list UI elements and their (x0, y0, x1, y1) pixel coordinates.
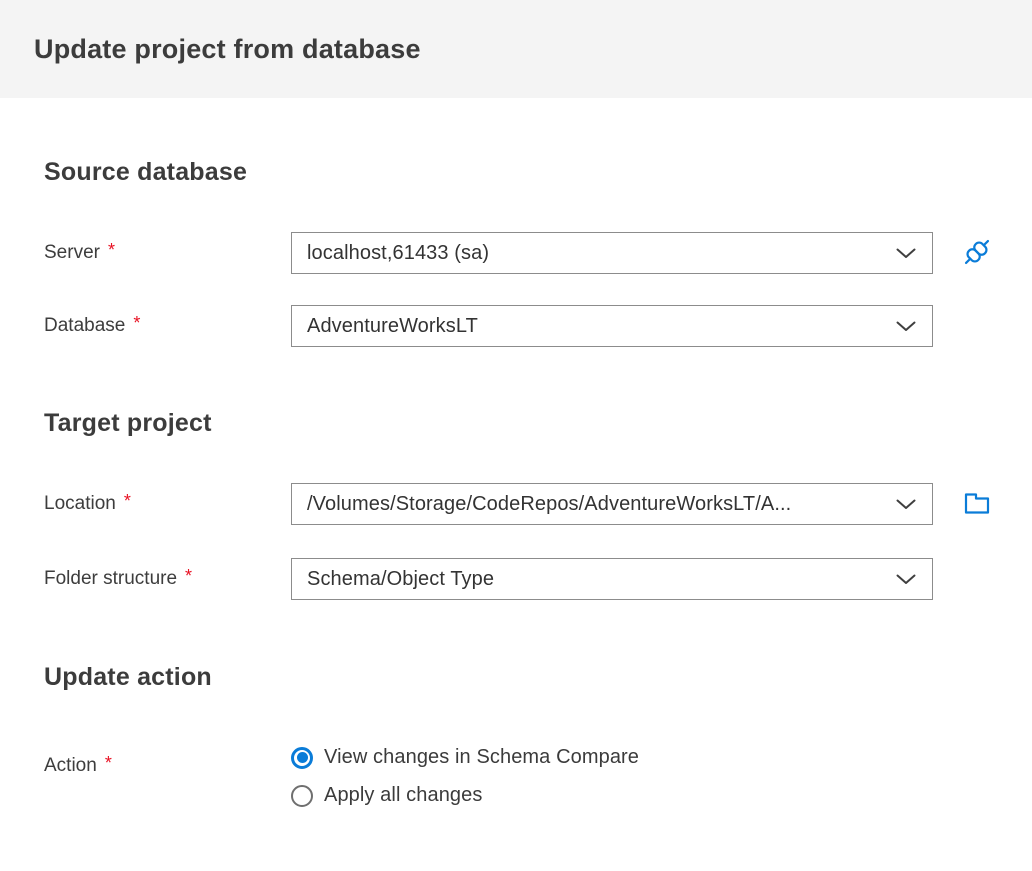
dialog-content: Source database Server * localhost,61433… (0, 157, 1032, 807)
radio-button[interactable] (291, 784, 313, 807)
required-asterisk: * (133, 313, 141, 333)
required-asterisk: * (123, 491, 131, 511)
location-label: Location * (44, 491, 291, 515)
folder-structure-label: Folder structure * (44, 566, 291, 590)
chevron-down-icon (896, 321, 916, 332)
browse-folder-button[interactable] (959, 486, 995, 522)
dialog-header: Update project from database (0, 0, 1032, 98)
required-asterisk: * (185, 566, 193, 586)
action-label-text: Action (44, 755, 97, 776)
server-label-text: Server (44, 242, 100, 263)
radio-button[interactable] (291, 746, 313, 769)
action-field-row: Action * View changes in Schema Compare … (44, 745, 996, 807)
action-radio-group: View changes in Schema Compare Apply all… (291, 745, 933, 807)
dialog-title: Update project from database (34, 33, 421, 64)
radio-option-view-changes[interactable]: View changes in Schema Compare (291, 746, 933, 769)
required-asterisk: * (104, 753, 112, 773)
database-label: Database * (44, 313, 291, 337)
radio-option-apply-all-changes[interactable]: Apply all changes (291, 784, 933, 807)
section-heading-update-action: Update action (44, 663, 212, 691)
folder-structure-label-text: Folder structure (44, 568, 178, 589)
server-label: Server * (44, 240, 291, 264)
location-dropdown-value: /Volumes/Storage/CodeRepos/AdventureWork… (307, 492, 792, 515)
update-project-dialog: Update project from database Source data… (0, 0, 1032, 871)
location-dropdown[interactable]: /Volumes/Storage/CodeRepos/AdventureWork… (291, 483, 933, 525)
folder-structure-dropdown-value: Schema/Object Type (307, 567, 495, 590)
connect-plug-icon (959, 234, 995, 273)
connect-to-server-button[interactable] (959, 235, 995, 271)
radio-option-label: View changes in Schema Compare (324, 746, 640, 768)
folder-structure-dropdown[interactable]: Schema/Object Type (291, 558, 933, 600)
database-dropdown-value: AdventureWorksLT (307, 314, 478, 337)
server-dropdown-value: localhost,61433 (sa) (307, 241, 490, 264)
database-label-text: Database (44, 315, 126, 336)
section-heading-target-project: Target project (44, 409, 212, 437)
chevron-down-icon (896, 574, 916, 585)
radio-option-label: Apply all changes (324, 784, 483, 806)
server-field-row: Server * localhost,61433 (sa) (44, 232, 996, 274)
server-dropdown[interactable]: localhost,61433 (sa) (291, 232, 933, 274)
action-label: Action * (44, 745, 291, 777)
chevron-down-icon (896, 248, 916, 259)
folder-structure-field-row: Folder structure * Schema/Object Type (44, 558, 996, 600)
required-asterisk: * (107, 240, 115, 260)
location-label-text: Location (44, 493, 116, 514)
section-heading-source-database: Source database (44, 158, 248, 186)
browse-folder-icon (961, 487, 993, 522)
database-field-row: Database * AdventureWorksLT (44, 305, 996, 347)
database-dropdown[interactable]: AdventureWorksLT (291, 305, 933, 347)
location-field-row: Location * /Volumes/Storage/CodeRepos/Ad… (44, 483, 996, 525)
chevron-down-icon (896, 499, 916, 510)
